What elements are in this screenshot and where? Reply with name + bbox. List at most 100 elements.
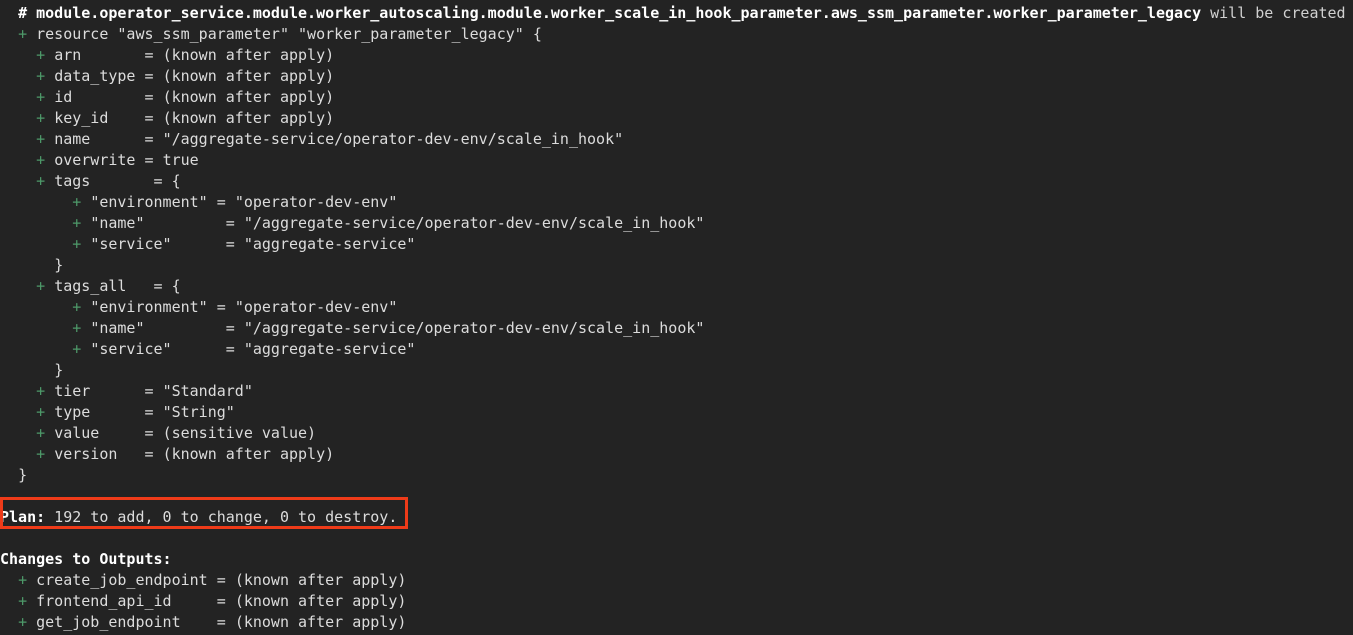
- alignment-padding: [172, 340, 226, 358]
- attribute-value: (known after apply): [162, 46, 335, 64]
- attribute-value: (known after apply): [234, 592, 407, 610]
- output-name: frontend_api_id: [36, 592, 172, 610]
- attribute-name: arn: [54, 46, 82, 64]
- add-marker-icon: +: [36, 424, 46, 442]
- add-marker-icon: +: [18, 571, 28, 589]
- tags-label: tags: [54, 172, 91, 190]
- alignment-padding: [172, 592, 217, 610]
- attribute-value: (known after apply): [234, 571, 407, 589]
- plan-summary-line: Plan: 192 to add, 0 to change, 0 to dest…: [0, 507, 1353, 528]
- add-marker-icon: +: [18, 613, 28, 631]
- equals-sign: =: [225, 319, 235, 337]
- equals-sign: =: [225, 340, 235, 358]
- tag-entry-line: + "environment" = "operator-dev-env": [0, 192, 1353, 213]
- resource-header-line: # module.operator_service.module.worker_…: [0, 3, 1353, 24]
- open-brace: {: [532, 25, 542, 43]
- add-marker-icon: +: [72, 340, 82, 358]
- add-marker-icon: +: [18, 592, 28, 610]
- equals-sign: =: [144, 46, 154, 64]
- equals-sign: =: [144, 382, 154, 400]
- attribute-line: + tier = "Standard": [0, 381, 1353, 402]
- alignment-padding: [90, 130, 144, 148]
- add-marker-icon: +: [36, 67, 46, 85]
- alignment-padding: [72, 88, 144, 106]
- attribute-line: + overwrite = true: [0, 150, 1353, 171]
- alignment-padding: [117, 445, 144, 463]
- resource-declaration-line: + resource "aws_ssm_parameter" "worker_p…: [0, 24, 1353, 45]
- attribute-value: "operator-dev-env": [234, 193, 398, 211]
- tags-all-block-close-line: }: [0, 360, 1353, 381]
- add-marker-icon: +: [36, 403, 46, 421]
- attribute-name: version: [54, 445, 118, 463]
- tag-key: "environment": [90, 193, 208, 211]
- output-name: create_job_endpoint: [36, 571, 208, 589]
- attribute-line: + data_type = (known after apply): [0, 66, 1353, 87]
- resource-address: module.operator_service.module.worker_au…: [36, 4, 1202, 22]
- add-marker-icon: +: [72, 214, 82, 232]
- tag-key: "name": [90, 319, 145, 337]
- outputs-group: + create_job_endpoint = (known after app…: [0, 570, 1353, 633]
- attribute-line: + key_id = (known after apply): [0, 108, 1353, 129]
- alignment-padding: [81, 46, 144, 64]
- alignment-padding: [90, 172, 153, 190]
- terminal-text-lines: # module.operator_service.module.worker_…: [0, 0, 1353, 633]
- output-line: + frontend_api_id = (known after apply): [0, 591, 1353, 612]
- attribute-name: type: [54, 403, 91, 421]
- attribute-value: (sensitive value): [162, 424, 317, 442]
- attribute-line: + type = "String": [0, 402, 1353, 423]
- attribute-name: id: [54, 88, 73, 106]
- terminal-output-pane: # module.operator_service.module.worker_…: [0, 0, 1353, 635]
- add-marker-icon: +: [36, 109, 46, 127]
- equals-sign: =: [225, 214, 235, 232]
- attribute-value: (known after apply): [162, 67, 335, 85]
- open-brace: {: [171, 172, 181, 190]
- alignment-padding: [208, 298, 217, 316]
- alignment-padding: [172, 235, 226, 253]
- add-marker-icon: +: [36, 445, 46, 463]
- attribute-name: name: [54, 130, 91, 148]
- add-marker-icon: +: [36, 151, 46, 169]
- attribute-value: (known after apply): [162, 445, 335, 463]
- tag-entry-line: + "name" = "/aggregate-service/operator-…: [0, 318, 1353, 339]
- resource-keyword: resource: [36, 25, 109, 43]
- equals-sign: =: [144, 109, 154, 127]
- resource-action-text: will be created: [1210, 4, 1346, 22]
- alignment-padding: [145, 214, 226, 232]
- header-space: [27, 4, 36, 22]
- add-marker-icon: +: [36, 130, 46, 148]
- add-marker-icon: +: [72, 235, 82, 253]
- attribute-line: + id = (known after apply): [0, 87, 1353, 108]
- attribute-value: "/aggregate-service/operator-dev-env/sca…: [243, 214, 705, 232]
- tags-all-block-group: + tags_all = { + "environment" = "operat…: [0, 276, 1353, 381]
